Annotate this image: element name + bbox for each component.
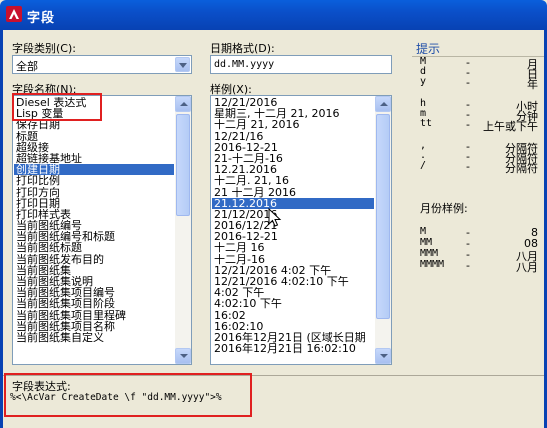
list-item[interactable]: 4:02 下午 <box>212 287 374 298</box>
list-item[interactable]: 保存日期 <box>14 119 174 130</box>
hint-row: MMMM - 八月 <box>416 259 542 274</box>
list-item[interactable]: 当前图纸标题 <box>14 242 174 253</box>
list-item[interactable]: 当前图纸集项目里程碑 <box>14 310 174 321</box>
hint-code: MM <box>420 237 433 248</box>
examples-list[interactable]: 12/21/2016 星期三, 十二月 21, 2016 十二月 21, 2016 1… <box>210 95 392 365</box>
date-format-label: 日期格式(D): <box>210 42 275 55</box>
list-item[interactable]: 2016年12月21日 (区域长日期 <box>212 332 374 343</box>
annotation-box-names <box>12 93 102 121</box>
date-format-value: dd.MM.yyyy <box>214 59 275 70</box>
hint-title: 提示 <box>416 42 441 56</box>
list-item[interactable]: 2016年12月21日 16:02:10 <box>212 343 374 354</box>
scroll-down-icon[interactable] <box>375 348 391 364</box>
hint-row: y-年 <box>416 76 542 91</box>
list-item[interactable]: 12/21/2016 4:02:10 下午 <box>212 276 374 287</box>
window-title: 字段 <box>27 11 56 26</box>
list-item[interactable]: 星期三, 十二月 21, 2016 <box>212 108 374 119</box>
hint-row: / - 分隔符 <box>416 160 542 175</box>
list-item[interactable]: 16:02:10 <box>212 321 374 332</box>
hint-code: MMM <box>420 248 439 259</box>
scroll-thumb[interactable] <box>376 114 390 319</box>
list-item[interactable]: 当前图纸发布目的 <box>14 254 174 265</box>
scroll-down-icon[interactable] <box>175 348 191 364</box>
list-item[interactable]: 16:02 <box>212 310 374 321</box>
list-item[interactable]: 2016-12-21 <box>212 231 374 242</box>
list-item[interactable]: 12/21/2016 <box>212 97 374 108</box>
list-item[interactable]: 12/21/16 <box>212 131 374 142</box>
list-item[interactable]: 超链接基地址 <box>14 153 174 164</box>
list-item[interactable]: 21 十二月 2016 <box>212 187 374 198</box>
field-names-scrollbar[interactable] <box>175 96 191 364</box>
hint-dash: - <box>466 160 470 173</box>
hint-desc: 分隔符 <box>505 162 538 175</box>
list-item[interactable]: 打印方向 <box>14 187 174 198</box>
list-item[interactable]: 标题 <box>14 131 174 142</box>
hint-desc: 八月 <box>516 261 538 274</box>
category-combobox[interactable]: 全部 <box>12 55 192 74</box>
autocad-logo-icon <box>6 6 22 22</box>
hint-code: y <box>420 76 427 87</box>
hint-dash: - <box>466 76 470 89</box>
list-item[interactable]: 创建日期 <box>14 164 174 176</box>
hint-row: tt - 上午或下午 <box>416 118 542 133</box>
hint-code: / <box>420 160 427 171</box>
category-label: 字段类别(C): <box>12 42 76 55</box>
hint-code: tt <box>420 118 433 129</box>
list-item[interactable]: 当前图纸集项目编号 <box>14 287 174 298</box>
hint-desc: 上午或下午 <box>483 120 538 133</box>
list-item[interactable]: 当前图纸编号 <box>14 220 174 231</box>
scroll-up-icon[interactable] <box>375 96 391 112</box>
chevron-down-icon[interactable] <box>175 57 190 72</box>
month-examples-title: 月份样例: <box>420 202 468 215</box>
list-item[interactable]: 超级接 <box>14 142 174 153</box>
list-item[interactable]: 当前图纸集 <box>14 265 174 276</box>
hint-dash: - <box>466 118 470 131</box>
list-item[interactable]: 12/21/2016 4:02 下午 <box>212 265 374 276</box>
list-item[interactable]: 21-十二月-16 <box>212 153 374 164</box>
list-item[interactable]: 当前图纸集项目阶段 <box>14 298 174 309</box>
list-item[interactable]: 4:02:10 下午 <box>212 298 374 309</box>
mouse-cursor-icon <box>268 208 282 227</box>
list-item[interactable]: 当前图纸集项目名称 <box>14 321 174 332</box>
list-item[interactable]: 十二月-16 <box>212 254 374 265</box>
list-item[interactable]: 十二月 16 <box>212 242 374 253</box>
examples-scrollbar[interactable] <box>375 96 391 364</box>
list-item[interactable]: 当前图纸集说明 <box>14 276 174 287</box>
annotation-box-expression <box>4 373 252 417</box>
field-names-items: Diesel 表达式 Lisp 变量 保存日期 标题 超级接 超链接基地址 创建日期 打印比例… <box>14 97 174 343</box>
list-item[interactable]: 打印样式表 <box>14 209 174 220</box>
list-item[interactable]: 打印日期 <box>14 198 174 209</box>
list-item[interactable]: 十二月 21, 2016 <box>212 119 374 130</box>
list-item[interactable]: 21/12/2016 <box>212 209 374 220</box>
date-format-input[interactable]: dd.MM.yyyy <box>210 55 392 74</box>
list-item[interactable]: 当前图纸编号和标题 <box>14 231 174 242</box>
scroll-thumb[interactable] <box>176 114 190 216</box>
list-item[interactable]: 十二月. 21, 16 <box>212 175 374 186</box>
title-bar[interactable]: 字段 <box>0 0 547 30</box>
hint-code: M <box>420 226 427 237</box>
field-names-list[interactable]: Diesel 表达式 Lisp 变量 保存日期 标题 超级接 超链接基地址 创建日期 打印比例… <box>12 95 192 365</box>
list-item[interactable]: 21.12.2016 <box>212 197 374 209</box>
examples-items: 12/21/2016 星期三, 十二月 21, 2016 十二月 21, 2016 1… <box>212 97 374 354</box>
list-item[interactable]: 2016/12/21 <box>212 220 374 231</box>
hint-dash: - <box>466 259 470 272</box>
category-value: 全部 <box>16 60 38 73</box>
list-item[interactable]: 12.21.2016 <box>212 164 374 175</box>
list-item[interactable]: 2016-12-21 <box>212 142 374 153</box>
list-item[interactable]: 打印比例 <box>14 175 174 186</box>
list-item[interactable]: 当前图纸集自定义 <box>14 332 174 343</box>
hint-code: MMMM <box>420 259 445 270</box>
hint-desc: 年 <box>527 78 538 91</box>
scroll-up-icon[interactable] <box>175 96 191 112</box>
